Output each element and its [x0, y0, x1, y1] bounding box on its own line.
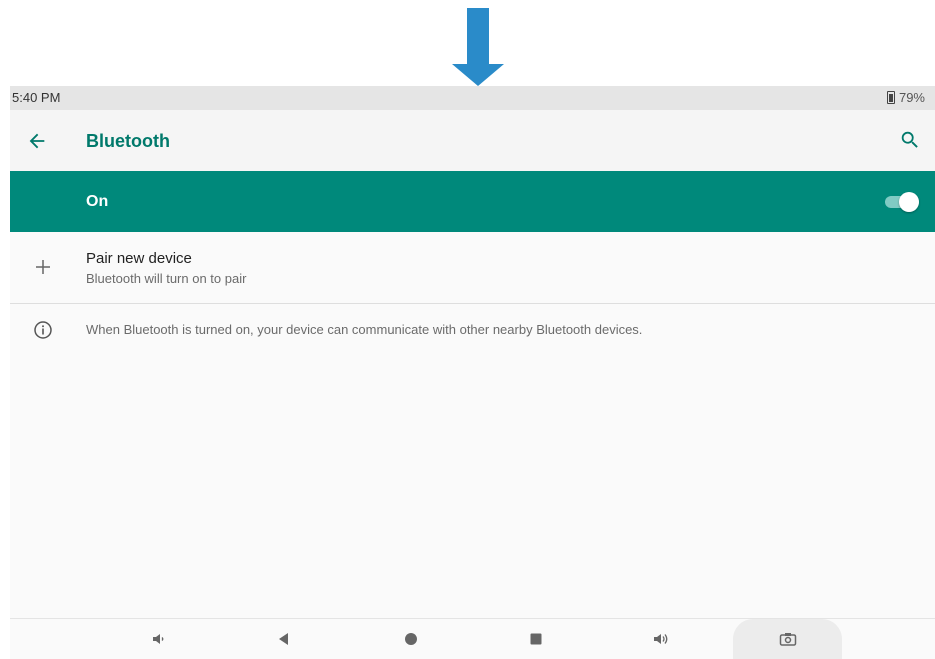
plus-icon: [36, 260, 50, 274]
app-bar: Bluetooth: [10, 110, 935, 171]
bluetooth-info-text: When Bluetooth is turned on, your device…: [86, 322, 643, 337]
status-battery: 79%: [886, 90, 925, 105]
info-icon: [34, 321, 52, 339]
home-circle-icon[interactable]: [399, 627, 423, 651]
recents-square-icon[interactable]: [524, 627, 548, 651]
pair-new-device-subtitle: Bluetooth will turn on to pair: [86, 271, 247, 286]
status-time: 5:40 PM: [12, 90, 61, 105]
bluetooth-info: When Bluetooth is turned on, your device…: [10, 304, 935, 354]
toggle-thumb: [899, 192, 919, 212]
battery-icon: [886, 91, 895, 104]
device-screen: 5:40 PM 79% Bluetooth On Pair new device…: [10, 86, 935, 659]
pair-new-device-title: Pair new device: [86, 250, 192, 267]
navigation-bar: [10, 618, 935, 659]
screenshot-camera-icon[interactable]: [776, 627, 800, 651]
volume-up-icon[interactable]: [650, 627, 674, 651]
pointer-arrow-icon: [452, 8, 504, 86]
pair-new-device-item[interactable]: Pair new device Bluetooth will turn on t…: [10, 232, 935, 304]
battery-level: 79%: [898, 90, 925, 105]
search-icon[interactable]: [899, 129, 921, 151]
bluetooth-switch-label: On: [86, 193, 109, 210]
back-triangle-icon[interactable]: [272, 627, 296, 651]
arrow-back-icon[interactable]: [26, 130, 48, 152]
volume-down-icon[interactable]: [147, 627, 171, 651]
page-title: Bluetooth: [86, 131, 170, 151]
status-bar: 5:40 PM 79%: [10, 86, 935, 110]
bluetooth-toggle[interactable]: [885, 192, 919, 212]
bluetooth-main-switch[interactable]: On: [10, 171, 935, 232]
